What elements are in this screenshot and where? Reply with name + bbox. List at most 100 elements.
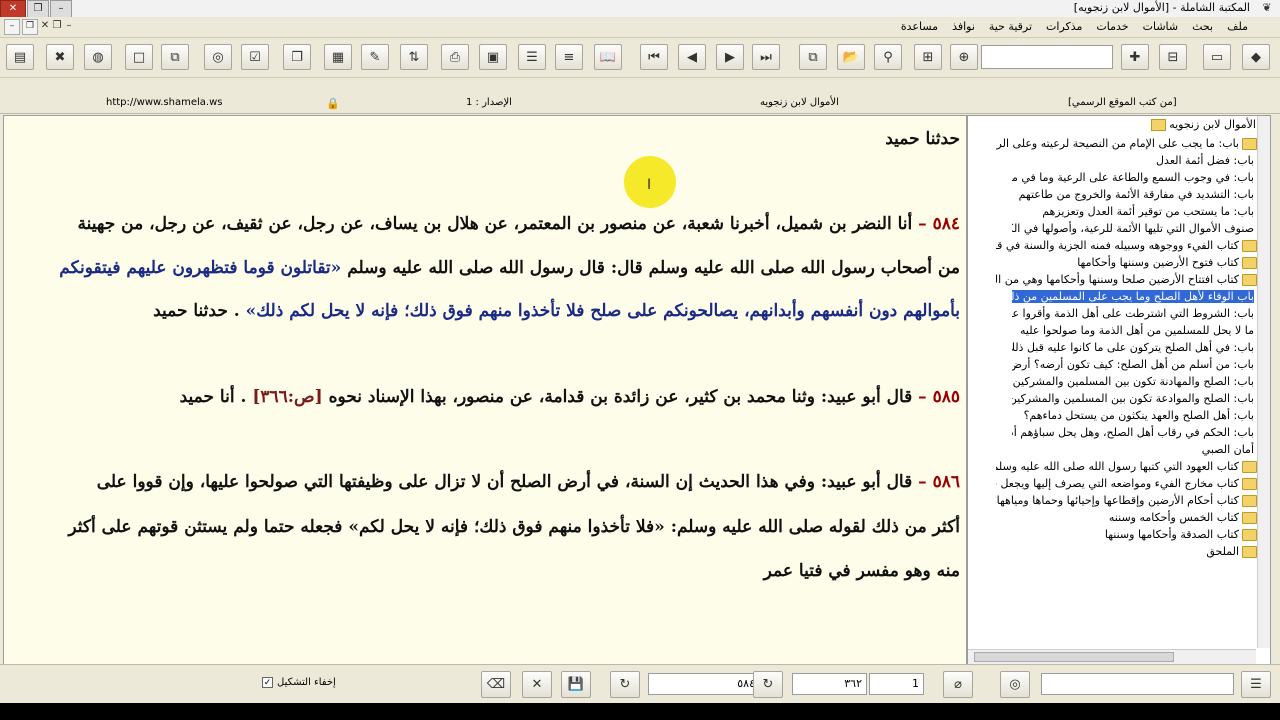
tree-leaf-item[interactable]: باب: من أسلم من أهل الصلح: كيف تكون أرضه…: [1012, 357, 1270, 374]
hide-diacritics-toggle[interactable]: إخفاء التشكيل ✓: [262, 677, 336, 688]
list-view-icon[interactable]: ☰: [1241, 671, 1271, 698]
export-icon[interactable]: ✎: [361, 44, 389, 70]
tree-scroll-thumb[interactable]: [974, 652, 1174, 662]
tree-leaf-item[interactable]: باب: في أهل الصلح يتركون على ما كانوا عل…: [1012, 340, 1270, 357]
tree-folder-item[interactable]: −كتاب افتتاح الأرضين صلحا وسننها وأحكامه…: [996, 272, 1270, 289]
search-binoculars-icon[interactable]: ◎: [1000, 671, 1030, 698]
prev-icon[interactable]: ◀: [678, 44, 706, 70]
tree-leaf-item[interactable]: باب: التشديد في مفارقة الأئمة والخروج من…: [1012, 187, 1270, 204]
website-link[interactable]: http://www.shamela.ws: [106, 97, 222, 108]
eraser-icon[interactable]: ⌫: [481, 671, 511, 698]
tree-leaf-item[interactable]: ما لا يحل للمسلمين من أهل الذمة وما صولح…: [1012, 323, 1270, 340]
menu-live-update[interactable]: ترقية حية: [987, 19, 1034, 34]
check-doc-icon[interactable]: ☑: [241, 44, 269, 70]
hadith-quote: بأموالهم دون أنفسهم وأبدانهم، يصالحونكم …: [245, 301, 960, 321]
first-icon[interactable]: ⏮: [640, 44, 668, 70]
app-window: – ❐ ✕ ❐ – ملف بحث شاشات خدمات مذكرات ترق…: [0, 17, 1280, 703]
tree-leaf-item[interactable]: باب: الصلح والمهادنة تكون بين المسلمين و…: [1012, 374, 1270, 391]
find-icon[interactable]: ⚲: [874, 44, 902, 70]
tree-vertical-scrollbar[interactable]: [1257, 116, 1270, 648]
menu-help[interactable]: مساعدة: [899, 19, 940, 34]
page-find-icon[interactable]: ⊞: [914, 44, 942, 70]
go-hadith-button[interactable]: ↻: [610, 671, 640, 698]
print-icon[interactable]: ⎙: [441, 44, 469, 70]
menu-services[interactable]: خدمات: [1094, 19, 1130, 34]
new-page-icon[interactable]: □: [125, 44, 153, 70]
save-icon[interactable]: 💾: [561, 671, 591, 698]
windows-icon[interactable]: ⧉: [799, 44, 827, 70]
hadith-text: قال أبو عبيد: وثنا محمد بن كثير، عن زائد…: [322, 387, 913, 407]
folder-open-icon[interactable]: 📂: [837, 44, 865, 70]
tree-folder-item[interactable]: +كتاب العهود التي كتبها رسول الله صلى ال…: [996, 459, 1270, 476]
binoculars-icon[interactable]: ◎: [204, 44, 232, 70]
pencil-icon[interactable]: ⇅: [400, 44, 428, 70]
tree-folder-item[interactable]: +كتاب الخمس وأحكامه وسننه: [996, 510, 1270, 527]
copy-page-icon[interactable]: ⧉: [161, 44, 189, 70]
mdi-restore2-button[interactable]: ❐: [52, 19, 62, 35]
close-window-button[interactable]: ✕: [0, 0, 26, 18]
tree-folder-item[interactable]: الملحق: [996, 544, 1270, 561]
part-number-field[interactable]: 1: [869, 673, 924, 695]
tree-leaf-item[interactable]: باب: الحكم في رقاب أهل الصلح، وهل يحل سب…: [1012, 425, 1270, 442]
quick-search-input[interactable]: [981, 45, 1113, 69]
tree-folder-item[interactable]: +كتاب الفيء ووجوهه وسبيله فمنه الجزية وا…: [996, 238, 1270, 255]
hadith-number-field[interactable]: ٥٨٤: [648, 673, 760, 695]
menu-screens[interactable]: شاشات: [1141, 19, 1181, 34]
tree-leaf-item[interactable]: أمان الصبي: [1012, 442, 1270, 459]
menu-search[interactable]: بحث: [1190, 19, 1215, 34]
lines-icon[interactable]: ≡: [555, 44, 583, 70]
hadith-585-line-1: ٥٨٥ – قال أبو عبيد: وثنا محمد بن كثير، ع…: [180, 386, 960, 408]
books-icon[interactable]: ◆: [1242, 44, 1270, 70]
hide-diacritics-checkbox[interactable]: ✓: [262, 677, 273, 688]
copy-icon[interactable]: ❐: [283, 44, 311, 70]
menu-file[interactable]: ملف: [1225, 19, 1250, 34]
mdi-minimize2-button[interactable]: –: [64, 19, 74, 35]
search-field[interactable]: [1041, 673, 1234, 695]
book-text-pane[interactable]: I حدثنا حميد ٥٨٤ – أنا النضر بن شميل، أخ…: [3, 115, 967, 665]
tree-folder-item[interactable]: +كتاب فتوح الأرضين وسننها وأحكامها: [996, 255, 1270, 272]
doc-icon[interactable]: ▦: [324, 44, 352, 70]
refresh-book-icon[interactable]: ◍: [84, 44, 112, 70]
tree-leaf-item[interactable]: باب: الشروط التي اشترطت على أهل الذمة وأ…: [1012, 306, 1270, 323]
tree-icon[interactable]: ⊟: [1159, 44, 1187, 70]
hadith-number: ٥٨٥ –: [918, 387, 960, 407]
mdi-minimize-button[interactable]: –: [4, 19, 20, 35]
list-icon[interactable]: ☰: [518, 44, 546, 70]
menu-windows[interactable]: نوافذ: [950, 19, 977, 34]
page-number-field[interactable]: ٣٦٢: [792, 673, 867, 695]
open-book-icon[interactable]: 📖: [594, 44, 622, 70]
book-icon[interactable]: ▭: [1203, 44, 1231, 70]
next-icon[interactable]: ▶: [716, 44, 744, 70]
restore-window-button[interactable]: ❐: [27, 0, 49, 18]
add-note-icon[interactable]: ✚: [1121, 44, 1149, 70]
tree-item-label: باب: فضل أئمة العدل: [1156, 153, 1254, 167]
attach-icon[interactable]: ⌀: [943, 671, 973, 698]
tree-item-label: باب: الصلح والموادعة تكون بين المسلمين و…: [1012, 391, 1254, 405]
tree-folder-item[interactable]: −باب: ما يجب على الإمام من النصيحة لرعيت…: [996, 136, 1270, 153]
last-icon[interactable]: ⏭: [752, 44, 780, 70]
disabled-icon[interactable]: ▣: [479, 44, 507, 70]
library-icon[interactable]: ▤: [6, 44, 34, 70]
tree-leaf-item[interactable]: باب الوفاء لأهل الصلح وما يجب على المسلم…: [1012, 289, 1270, 306]
minimize-window-button[interactable]: –: [50, 0, 72, 18]
go-page-button[interactable]: ↻: [753, 671, 783, 698]
tree-horizontal-scrollbar[interactable]: [968, 649, 1256, 664]
menu-notes[interactable]: مذكرات: [1044, 19, 1084, 34]
tree-leaf-item[interactable]: باب: الصلح والموادعة تكون بين المسلمين و…: [1012, 391, 1270, 408]
tree-leaf-item[interactable]: باب: ما يستحب من توقير أئمة العدل وتعزيز…: [1012, 204, 1270, 221]
tree-folder-item[interactable]: +كتاب الصدقة وأحكامها وسننها: [996, 527, 1270, 544]
tree-folder-item[interactable]: +كتاب مخارج الفيء ومواضعه التي يصرف إليه…: [996, 476, 1270, 493]
table-of-contents-tree[interactable]: الأموال لابن زنجويه −باب: ما يجب على الإ…: [967, 115, 1271, 665]
tree-leaf-item[interactable]: باب: فضل أئمة العدل: [1012, 153, 1270, 170]
tree-leaf-item[interactable]: باب: أهل الصلح والعهد ينكثون من يستحل دم…: [1012, 408, 1270, 425]
hadith-text: أنا النضر بن شميل، أخبرنا شعبة، عن منصور…: [77, 214, 913, 234]
tree-root[interactable]: الأموال لابن زنجويه: [1150, 118, 1256, 131]
tools-icon[interactable]: ✖: [46, 44, 74, 70]
tree-folder-item[interactable]: +كتاب أحكام الأرضين وإقطاعها وإحيائها وح…: [996, 493, 1270, 510]
cancel-icon[interactable]: ✕: [522, 671, 552, 698]
tree-leaf-item[interactable]: باب: في وجوب السمع والطاعة على الرعية وم…: [1012, 170, 1270, 187]
mdi-restore-button[interactable]: ❐: [22, 19, 38, 35]
tree-leaf-item[interactable]: صنوف الأموال التي تليها الأئمة للرعية، و…: [1012, 221, 1270, 238]
zoom-icon[interactable]: ⊕: [950, 44, 978, 70]
mdi-close-button[interactable]: ✕: [40, 19, 50, 35]
